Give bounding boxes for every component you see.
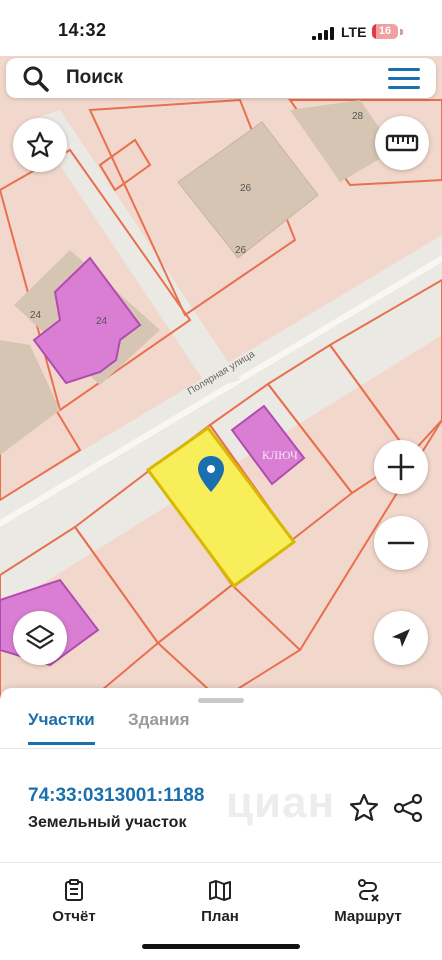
search-bar[interactable]: Поиск (6, 58, 436, 98)
house-number-26-b: 26 (235, 245, 247, 256)
parcel-cadastral-number[interactable]: 74:33:0313001:1188 (28, 785, 204, 807)
signal-icon (312, 26, 336, 40)
parcel-list-item[interactable]: циан 74:33:0313001:1188 Земельный участо… (0, 750, 442, 863)
layers-icon (25, 624, 55, 650)
minus-icon (387, 541, 415, 545)
map-watermark: КЛЮЧ (262, 448, 298, 462)
favorite-button[interactable] (13, 118, 67, 172)
menu-icon[interactable] (388, 68, 420, 90)
nav-plan[interactable]: План (170, 878, 270, 925)
battery-label: 16 (378, 25, 392, 37)
nav-report[interactable]: Отчёт (24, 878, 124, 925)
status-bar: 14:32 LTE 16 (0, 0, 442, 56)
house-number-24: 24 (30, 310, 42, 321)
house-number-24-b: 24 (96, 316, 108, 327)
route-icon (358, 879, 379, 902)
layers-button[interactable] (13, 611, 67, 665)
plus-icon (387, 453, 415, 481)
map-plan-icon (209, 880, 231, 901)
star-icon (26, 131, 54, 158)
sheet-tabs: Участки Здания (0, 708, 442, 749)
nav-report-label: Отчёт (52, 908, 96, 925)
ruler-icon (385, 134, 419, 152)
map-view[interactable]: 28 26 26 24 24 Полярная улица КЛЮЧ (0, 0, 442, 700)
battery-icon: 16 (372, 24, 398, 39)
search-input[interactable]: Поиск (66, 67, 123, 89)
cian-watermark: циан (226, 778, 336, 827)
tab-buildings[interactable]: Здания (128, 710, 190, 742)
battery-cap (400, 29, 403, 35)
navigation-arrow-icon (392, 629, 410, 647)
nav-route-label: Маршрут (334, 908, 402, 925)
star-icon[interactable] (348, 792, 380, 824)
zoom-out-button[interactable] (374, 516, 428, 570)
report-icon (65, 879, 83, 901)
parcel-type: Земельный участок (28, 814, 187, 831)
sheet-drag-handle[interactable] (198, 698, 244, 703)
search-icon[interactable] (22, 65, 50, 93)
ruler-button[interactable] (375, 116, 429, 170)
house-number-26: 26 (240, 183, 252, 194)
home-indicator (142, 944, 300, 949)
house-number-28: 28 (352, 111, 364, 122)
zoom-in-button[interactable] (374, 440, 428, 494)
status-time: 14:32 (58, 20, 107, 40)
nav-route[interactable]: Маршрут (318, 878, 418, 925)
network-label: LTE (341, 24, 367, 40)
share-icon[interactable] (392, 792, 424, 824)
my-location-button[interactable] (374, 611, 428, 665)
map-canvas[interactable]: 28 26 26 24 24 Полярная улица КЛЮЧ (0, 0, 442, 700)
nav-plan-label: План (201, 908, 239, 925)
tab-parcels[interactable]: Участки (28, 710, 95, 745)
